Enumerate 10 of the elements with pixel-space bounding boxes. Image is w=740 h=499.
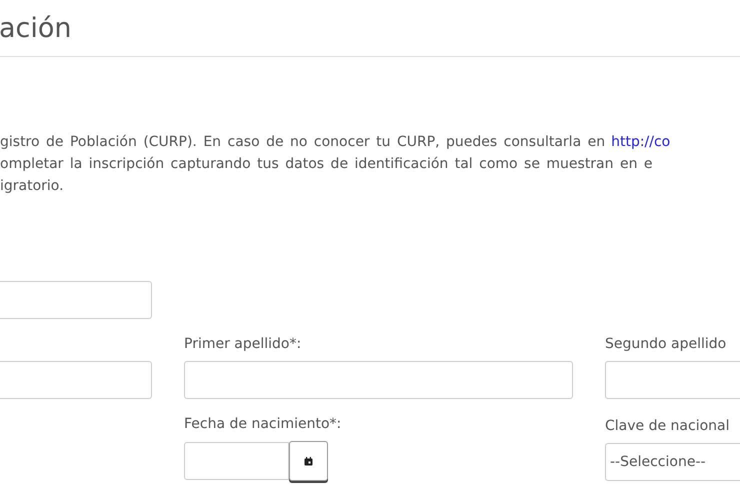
field-label: Clave de nacional: [605, 417, 730, 435]
field-label: Primer apellido*:: [184, 335, 302, 353]
paragraph-line: igratorio.: [0, 177, 64, 196]
link[interactable]: http://co: [611, 131, 670, 153]
paragraph-line: gistro de Población (CURP). En caso de no conocer tu CURP, puedes consultarla en: [0, 133, 606, 152]
field-label: Fecha de nacimiento*:: [184, 415, 342, 433]
paragraph-line: ompletar la inscripción capturando tus datos de identificación tal como se muestran en e: [0, 155, 653, 174]
select-field[interactable]: --Seleccione--: [605, 443, 740, 481]
field-label: Segundo apellido: [605, 335, 728, 353]
page-title: ación: [0, 14, 72, 42]
